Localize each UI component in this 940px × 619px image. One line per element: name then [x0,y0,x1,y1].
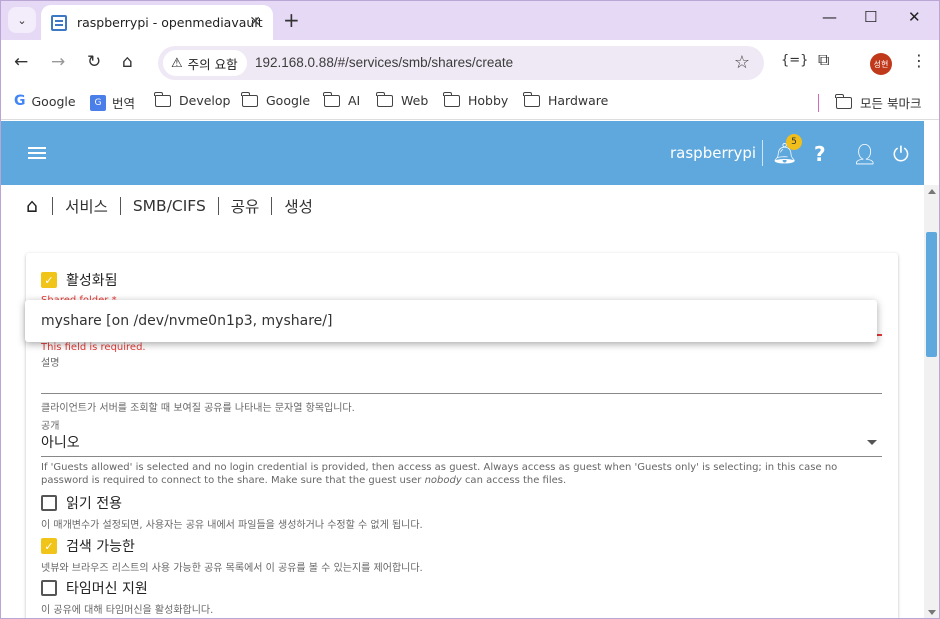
profile-avatar[interactable]: 성현 [870,53,892,75]
close-window-button[interactable]: ✕ [908,8,921,26]
help-icon[interactable]: ? [814,142,826,166]
bookmark-folder-ai[interactable]: AI [323,91,360,108]
comment-input[interactable] [41,393,882,394]
bookmarks-bar: G Google G 번역 Develop Google AI Web Hobb… [0,86,940,120]
breadcrumb-shares[interactable]: 공유 [231,195,260,217]
security-chip[interactable]: ⚠ 주의 요함 [163,50,247,76]
translate-icon: G [90,94,106,111]
dropdown-arrow-icon[interactable] [867,440,877,445]
breadcrumb: ⌂ 서비스 SMB/CIFS 공유 생성 [26,193,325,219]
browseable-checkbox[interactable]: ✓ [41,538,57,554]
read-only-label: 읽기 전용 [66,496,122,512]
enabled-label: 활성화됨 [66,273,118,289]
google-logo-icon: G [14,93,26,109]
folder-icon [323,91,340,107]
time-machine-label: 타임머신 지원 [66,581,148,597]
breadcrumb-separator [271,197,273,215]
omv-favicon-icon [51,14,67,31]
bookmark-google[interactable]: G Google [14,93,76,109]
time-machine-hint: 이 공유에 대해 타임머신을 활성화합니다. [41,605,214,616]
browser-menu-icon[interactable]: ⋮ [911,51,927,70]
tab-title: raspberrypi - openmediavault [77,15,263,30]
public-hint: If 'Guests allowed' is selected and no l… [41,462,838,486]
url-text[interactable]: 192.168.0.88/#/services/smb/shares/creat… [255,55,513,70]
page-scrollbar[interactable] [924,185,940,619]
browser-tab[interactable]: raspberrypi - openmediavault ✕ [41,5,273,40]
hostname: raspberrypi [670,144,757,162]
back-arrow-icon[interactable]: ← [14,52,28,72]
browser-titlebar: ⌄ raspberrypi - openmediavault ✕ + — ☐ ✕ [0,0,940,40]
shared-folder-dropdown: myshare [on /dev/nvme0n1p3, myshare/] [25,300,877,342]
read-only-hint: 이 매개변수가 설정되면, 사용자는 공유 내에서 파일들을 생성하거나 수정할… [41,520,423,531]
app-header: raspberrypi 🔔︎ 5 ? 👤︎ ⏻ [0,121,924,185]
comment-hint: 클라이언트가 서버를 조회할 때 보여질 공유를 나타내는 문자열 항목입니다. [41,403,355,414]
comment-label: 설명 [41,358,60,369]
browseable-hint: 넷뷰와 브라우즈 리스트의 사용 가능한 공유 목록에서 이 공유를 볼 수 있… [41,563,423,574]
menu-icon[interactable] [28,147,46,159]
tab-search-button[interactable]: ⌄ [8,7,36,33]
folder-icon [376,91,393,107]
warning-icon: ⚠ [171,55,183,71]
power-icon[interactable]: ⏻ [893,142,909,166]
tab-close-icon[interactable]: ✕ [249,14,261,30]
public-select[interactable]: 아니오 [41,432,80,452]
folder-icon [523,91,540,107]
all-bookmarks-folder[interactable]: 모든 북마크 [835,93,921,112]
read-only-checkbox[interactable] [41,495,57,511]
scroll-down-arrow-icon[interactable] [928,610,936,615]
breadcrumb-smb[interactable]: SMB/CIFS [133,197,206,215]
home-icon[interactable]: ⌂ [26,195,38,217]
devtools-extension-icon[interactable]: {=} [781,53,808,68]
bookmark-folder-hobby[interactable]: Hobby [443,91,508,108]
minimize-button[interactable]: — [822,8,837,26]
bookmark-folder-hardware[interactable]: Hardware [523,91,608,108]
breadcrumb-services[interactable]: 서비스 [65,195,108,217]
scroll-up-arrow-icon[interactable] [928,189,936,194]
bookmark-star-icon[interactable]: ☆ [734,52,750,73]
breadcrumb-create: 생성 [284,198,313,216]
bookmark-folder-develop[interactable]: Develop [154,91,230,108]
address-bar[interactable]: ⚠ 주의 요함 192.168.0.88/#/services/smb/shar… [158,46,764,80]
enabled-checkbox[interactable]: ✓ [41,272,57,288]
folder-icon [835,93,852,109]
public-label: 공개 [41,421,60,432]
header-divider [762,140,763,166]
forward-arrow-icon[interactable]: → [51,52,65,72]
extensions-puzzle-icon[interactable]: ⧉ [818,50,829,70]
scroll-thumb[interactable] [926,232,937,357]
new-tab-button[interactable]: + [283,8,300,32]
home-button-icon[interactable]: ⌂ [122,52,133,72]
breadcrumb-separator [119,197,121,215]
bookmark-folder-google[interactable]: Google [241,91,310,108]
time-machine-checkbox[interactable] [41,580,57,596]
bookmark-translate[interactable]: G 번역 [90,93,135,112]
public-underline [41,456,882,457]
reload-icon[interactable]: ↻ [87,52,101,72]
maximize-button[interactable]: ☐ [864,8,877,26]
shared-folder-option[interactable]: myshare [on /dev/nvme0n1p3, myshare/] [41,313,332,329]
notification-badge: 5 [786,134,802,150]
folder-icon [241,91,258,107]
folder-icon [443,91,460,107]
breadcrumb-separator [52,197,54,215]
browser-toolbar: ← → ↻ ⌂ ⚠ 주의 요함 192.168.0.88/#/services/… [0,40,940,86]
shared-folder-error: This field is required. [41,342,146,353]
bookmarks-divider [818,94,819,112]
security-label: 주의 요함 [187,56,238,72]
user-icon[interactable]: 👤︎ [852,142,877,166]
bookmark-folder-web[interactable]: Web [376,91,428,108]
browseable-label: 검색 가능한 [66,539,135,555]
folder-icon [154,91,171,107]
breadcrumb-separator [217,197,219,215]
